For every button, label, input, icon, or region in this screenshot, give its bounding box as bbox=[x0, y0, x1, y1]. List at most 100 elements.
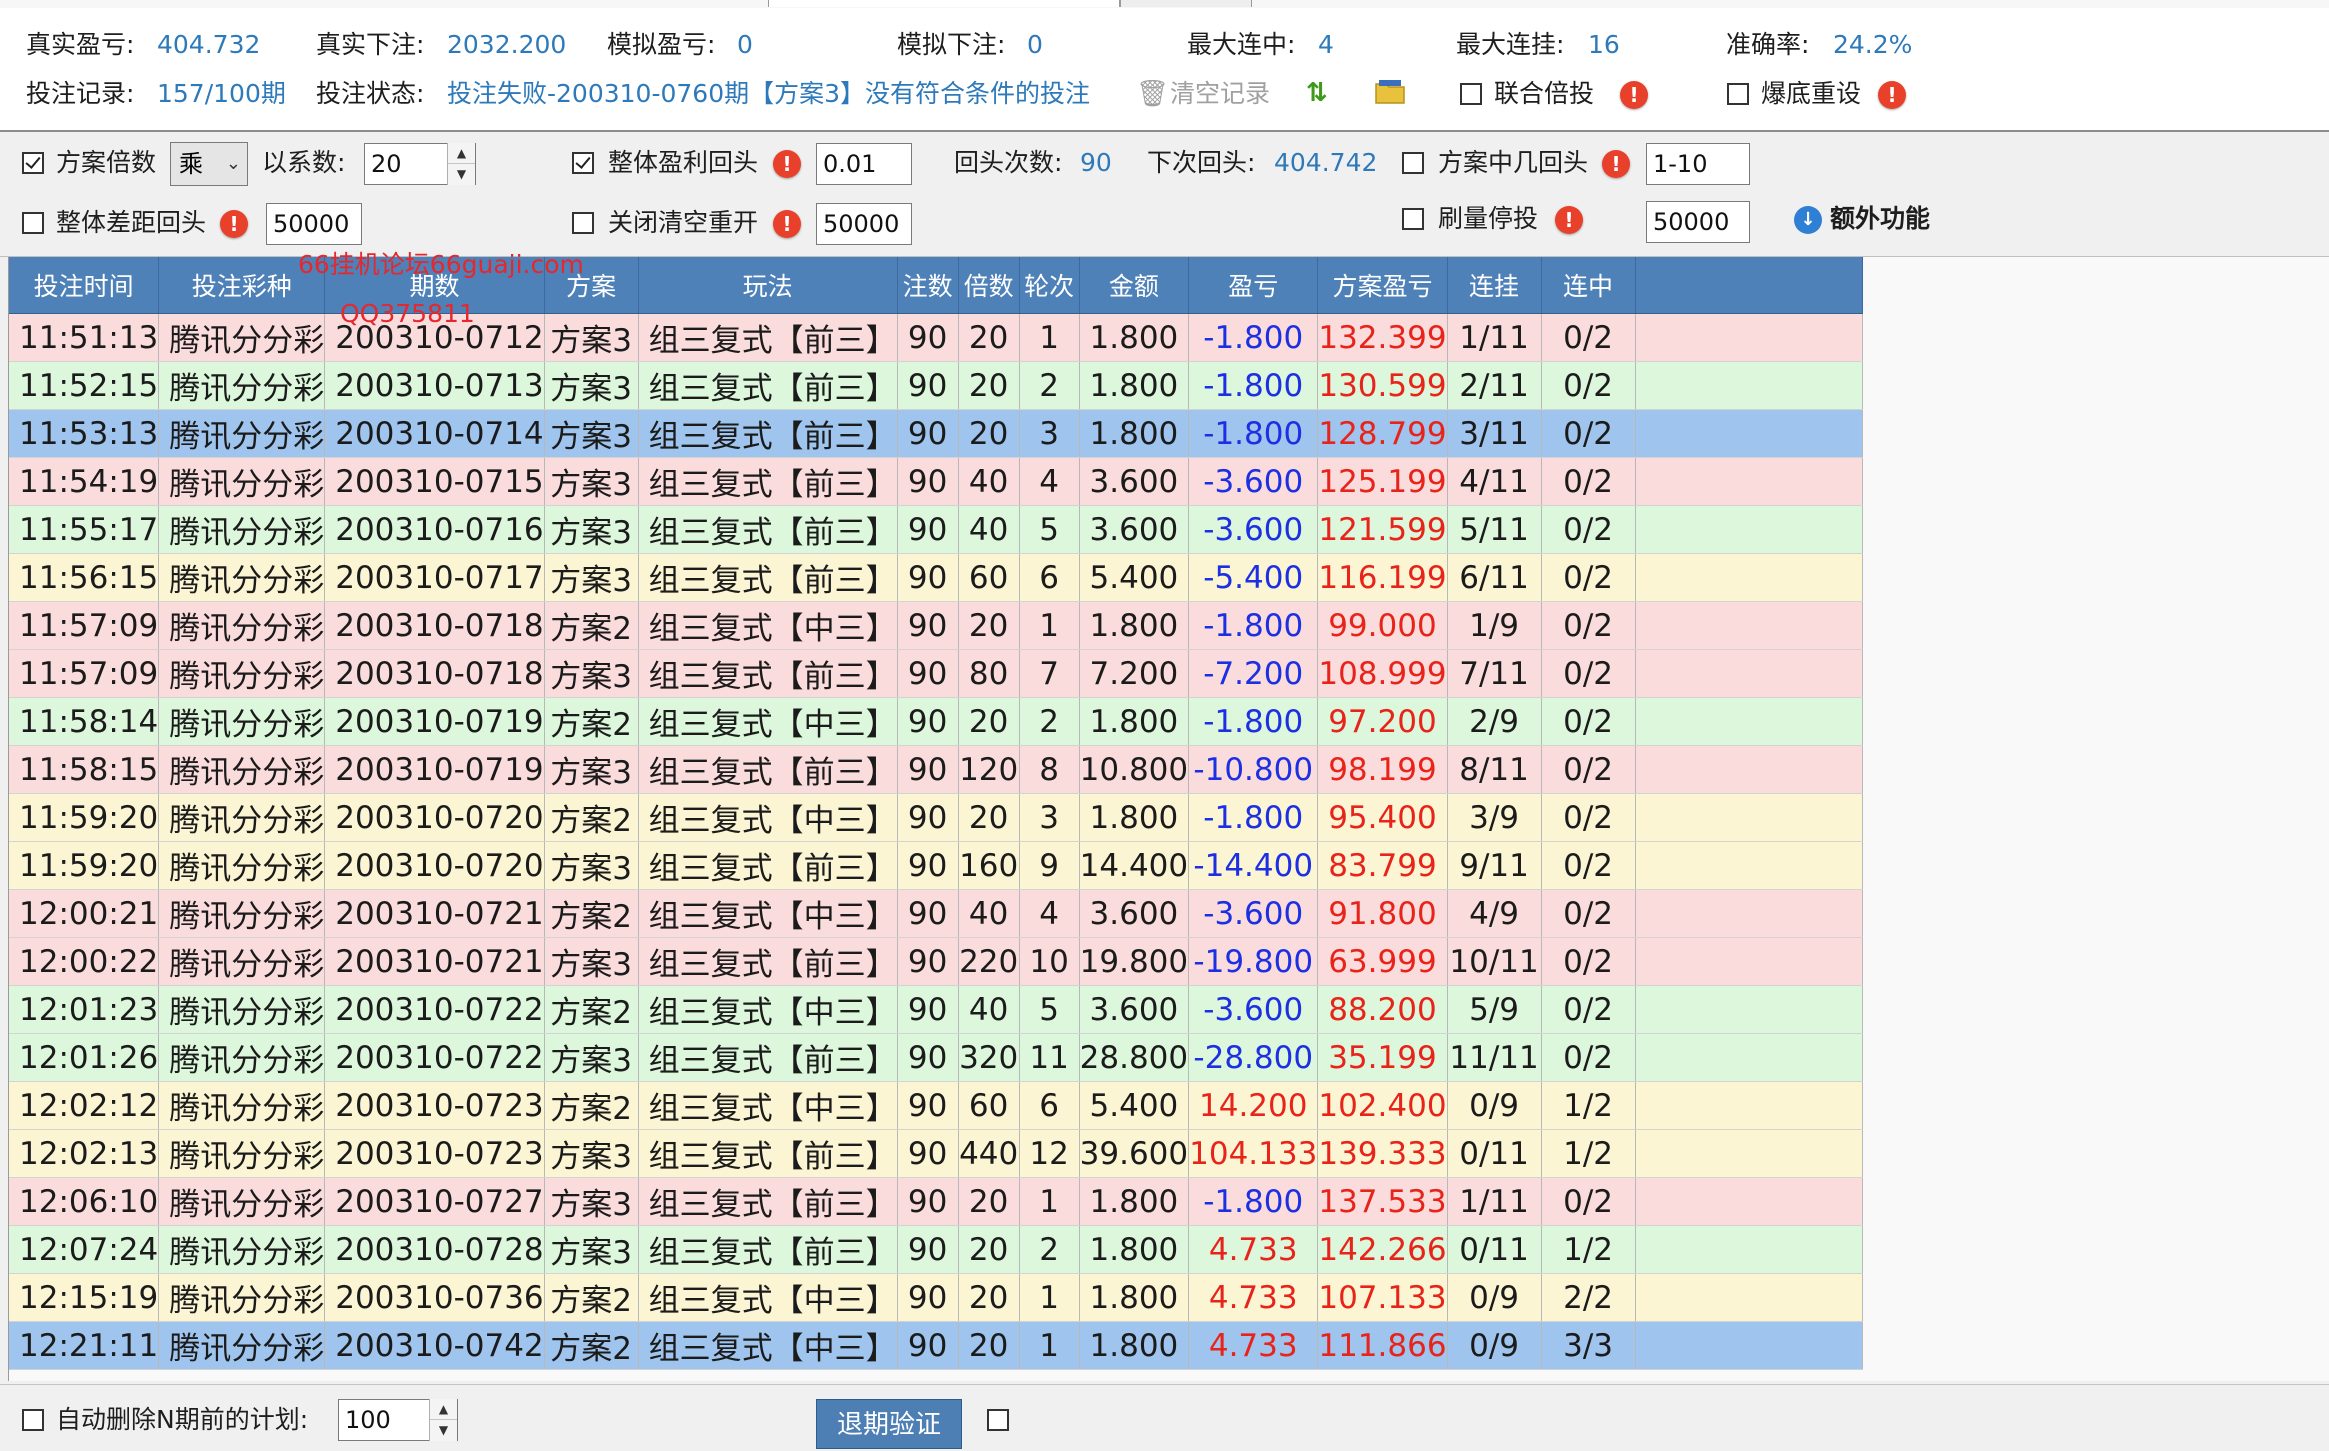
cell-filler bbox=[1635, 1321, 1863, 1370]
cell-hit-streak: 0/2 bbox=[1541, 745, 1636, 794]
extra-functions-button[interactable]: 额外功能 bbox=[1830, 204, 1930, 234]
verify-button[interactable]: 退期验证 bbox=[816, 1399, 962, 1449]
column-header[interactable]: 轮次 bbox=[1019, 257, 1080, 314]
plan-hits-back-input[interactable]: 1-10 bbox=[1646, 143, 1750, 185]
tab-marker[interactable] bbox=[1120, 0, 1252, 7]
operator-select[interactable]: 乘 ⌄ bbox=[170, 142, 248, 186]
table-row[interactable]: 11:58:14 腾讯分分彩 200310-0719 方案2 组三复式【中三】 90 20 2… bbox=[9, 697, 1863, 746]
coef-stepper[interactable]: ▲ ▼ bbox=[447, 143, 475, 185]
cell-bet-time: 11:57:09 bbox=[9, 601, 160, 650]
warning-icon: ! bbox=[1878, 81, 1906, 109]
close-clear-restart-checkbox[interactable] bbox=[572, 212, 594, 234]
cell-plan: 方案2 bbox=[544, 1081, 639, 1130]
cell-pnl: 4.733 bbox=[1188, 1321, 1319, 1370]
table-row[interactable]: 11:56:15 腾讯分分彩 200310-0717 方案3 组三复式【前三】 90 60 6… bbox=[9, 553, 1863, 602]
table-row[interactable]: 11:58:15 腾讯分分彩 200310-0719 方案3 组三复式【前三】 90 120… bbox=[9, 745, 1863, 794]
volume-stop-input[interactable]: 50000 bbox=[1646, 201, 1750, 243]
cell-multiple: 60 bbox=[958, 553, 1020, 602]
plan-multiple-checkbox[interactable] bbox=[22, 152, 44, 174]
table-row[interactable]: 12:15:19 腾讯分分彩 200310-0736 方案2 组三复式【中三】 90 20 1… bbox=[9, 1273, 1863, 1322]
column-header[interactable]: 方案盈亏 bbox=[1317, 257, 1448, 314]
cell-lottery: 腾讯分分彩 bbox=[158, 601, 326, 650]
overall-gap-back-input[interactable]: 50000 bbox=[266, 203, 362, 245]
overall-gap-back-checkbox[interactable] bbox=[22, 212, 44, 234]
cell-plan-pnl: 130.599 bbox=[1317, 361, 1448, 410]
table-row[interactable]: 11:59:20 腾讯分分彩 200310-0720 方案3 组三复式【前三】 90 160… bbox=[9, 841, 1863, 890]
column-header[interactable]: 盈亏 bbox=[1188, 257, 1319, 314]
cell-period: 200310-0723 bbox=[324, 1129, 545, 1178]
column-header[interactable]: 连挂 bbox=[1447, 257, 1542, 314]
verify-checkbox[interactable] bbox=[987, 1409, 1009, 1431]
cell-filler bbox=[1635, 697, 1863, 746]
clear-records-button[interactable]: 清空记录 bbox=[1170, 79, 1270, 109]
table-row[interactable]: 12:01:23 腾讯分分彩 200310-0722 方案2 组三复式【中三】 90 40 5… bbox=[9, 985, 1863, 1034]
cell-hit-streak: 0/2 bbox=[1541, 649, 1636, 698]
cell-period: 200310-0722 bbox=[324, 1033, 545, 1082]
cell-period: 200310-0721 bbox=[324, 937, 545, 986]
table-row[interactable]: 12:07:24 腾讯分分彩 200310-0728 方案3 组三复式【前三】 90 20 2… bbox=[9, 1225, 1863, 1274]
joint-multiple-checkbox[interactable] bbox=[1460, 83, 1482, 105]
column-header[interactable]: 投注时间 bbox=[9, 257, 160, 314]
table-row[interactable]: 12:02:13 腾讯分分彩 200310-0723 方案3 组三复式【前三】 90 440… bbox=[9, 1129, 1863, 1178]
auto-delete-checkbox[interactable] bbox=[22, 1409, 44, 1431]
cell-amount: 1.800 bbox=[1079, 1321, 1190, 1370]
cell-bet-time: 11:53:13 bbox=[9, 409, 160, 458]
bust-reset-checkbox[interactable] bbox=[1727, 83, 1749, 105]
cell-filler bbox=[1635, 889, 1863, 938]
column-header[interactable]: 玩法 bbox=[638, 257, 898, 314]
cell-miss-streak: 4/9 bbox=[1447, 889, 1542, 938]
real-bet-value: 2032.200 bbox=[447, 30, 567, 59]
cell-lottery: 腾讯分分彩 bbox=[158, 1033, 326, 1082]
table-row[interactable]: 12:00:22 腾讯分分彩 200310-0721 方案3 组三复式【前三】 90 220… bbox=[9, 937, 1863, 986]
table-row[interactable]: 12:06:10 腾讯分分彩 200310-0727 方案3 组三复式【前三】 90 20 1… bbox=[9, 1177, 1863, 1226]
table-row[interactable]: 11:54:19 腾讯分分彩 200310-0715 方案3 组三复式【前三】 90 40 4… bbox=[9, 457, 1863, 506]
sort-arrows-icon[interactable]: ⇅ bbox=[1306, 78, 1328, 108]
plan-hits-back-checkbox[interactable] bbox=[1402, 152, 1424, 174]
operator-value: 乘 bbox=[179, 150, 203, 178]
overall-profit-back-checkbox[interactable] bbox=[572, 152, 594, 174]
table-row[interactable]: 11:52:15 腾讯分分彩 200310-0713 方案3 组三复式【前三】 90 20 2… bbox=[9, 361, 1863, 410]
column-header[interactable]: 连中 bbox=[1541, 257, 1636, 314]
cell-miss-streak: 0/11 bbox=[1447, 1225, 1542, 1274]
table-row[interactable]: 12:02:12 腾讯分分彩 200310-0723 方案2 组三复式【中三】 90 60 6… bbox=[9, 1081, 1863, 1130]
close-clear-restart-input[interactable]: 50000 bbox=[816, 203, 912, 245]
table-row[interactable]: 12:00:21 腾讯分分彩 200310-0721 方案2 组三复式【中三】 90 40 4… bbox=[9, 889, 1863, 938]
sim-bet-value: 0 bbox=[1027, 30, 1043, 59]
table-row[interactable]: 11:51:13 腾讯分分彩 200310-0712 方案3 组三复式【前三】 90 20 1… bbox=[9, 313, 1863, 362]
table-row[interactable]: 11:55:17 腾讯分分彩 200310-0716 方案3 组三复式【前三】 90 40 5… bbox=[9, 505, 1863, 554]
overall-profit-back-input[interactable]: 0.01 bbox=[816, 143, 912, 185]
cell-period: 200310-0719 bbox=[324, 697, 545, 746]
cell-hit-streak: 0/2 bbox=[1541, 313, 1636, 362]
auto-delete-stepper[interactable]: ▲ ▼ bbox=[429, 1399, 457, 1441]
warning-icon: ! bbox=[1555, 206, 1583, 234]
cell-round: 9 bbox=[1019, 841, 1080, 890]
cell-miss-streak: 1/11 bbox=[1447, 1177, 1542, 1226]
table-row[interactable]: 11:57:09 腾讯分分彩 200310-0718 方案2 组三复式【中三】 90 20 1… bbox=[9, 601, 1863, 650]
tab-active-marker[interactable] bbox=[768, 0, 1120, 7]
cell-amount: 19.800 bbox=[1079, 937, 1190, 986]
cell-count: 90 bbox=[897, 1225, 959, 1274]
table-row[interactable]: 11:57:09 腾讯分分彩 200310-0718 方案3 组三复式【前三】 90 80 7… bbox=[9, 649, 1863, 698]
cell-amount: 39.600 bbox=[1079, 1129, 1190, 1178]
cell-bet-time: 12:00:22 bbox=[9, 937, 160, 986]
cell-filler bbox=[1635, 601, 1863, 650]
folder-icon[interactable] bbox=[1374, 76, 1406, 113]
cell-plan-pnl: 132.399 bbox=[1317, 313, 1448, 362]
trash-icon[interactable]: 🗑 bbox=[1136, 79, 1169, 109]
volume-stop-checkbox[interactable] bbox=[1402, 208, 1424, 230]
cell-period: 200310-0715 bbox=[324, 457, 545, 506]
cell-count: 90 bbox=[897, 745, 959, 794]
column-header[interactable]: 倍数 bbox=[958, 257, 1020, 314]
cell-round: 2 bbox=[1019, 1225, 1080, 1274]
bet-records-grid[interactable]: 投注时间 投注彩种 期数 方案 玩法 注数 倍数 轮次 金额 盈亏 方案盈亏 连挂 连中 11:51:1… bbox=[8, 257, 2329, 1381]
table-row[interactable]: 11:53:13 腾讯分分彩 200310-0714 方案3 组三复式【前三】 90 20 3… bbox=[9, 409, 1863, 458]
cell-play-type: 组三复式【前三】 bbox=[638, 1177, 898, 1226]
table-row[interactable]: 11:59:20 腾讯分分彩 200310-0720 方案2 组三复式【中三】 90 20 3… bbox=[9, 793, 1863, 842]
column-header[interactable]: 注数 bbox=[897, 257, 959, 314]
table-row[interactable]: 12:01:26 腾讯分分彩 200310-0722 方案3 组三复式【前三】 90 320… bbox=[9, 1033, 1863, 1082]
cell-amount: 1.800 bbox=[1079, 1225, 1190, 1274]
info-icon[interactable]: ↓ bbox=[1794, 206, 1822, 234]
column-header[interactable]: 金额 bbox=[1079, 257, 1190, 314]
table-row[interactable]: 12:21:11 腾讯分分彩 200310-0742 方案2 组三复式【中三】 90 20 1… bbox=[9, 1321, 1863, 1370]
cell-play-type: 组三复式【中三】 bbox=[638, 793, 898, 842]
